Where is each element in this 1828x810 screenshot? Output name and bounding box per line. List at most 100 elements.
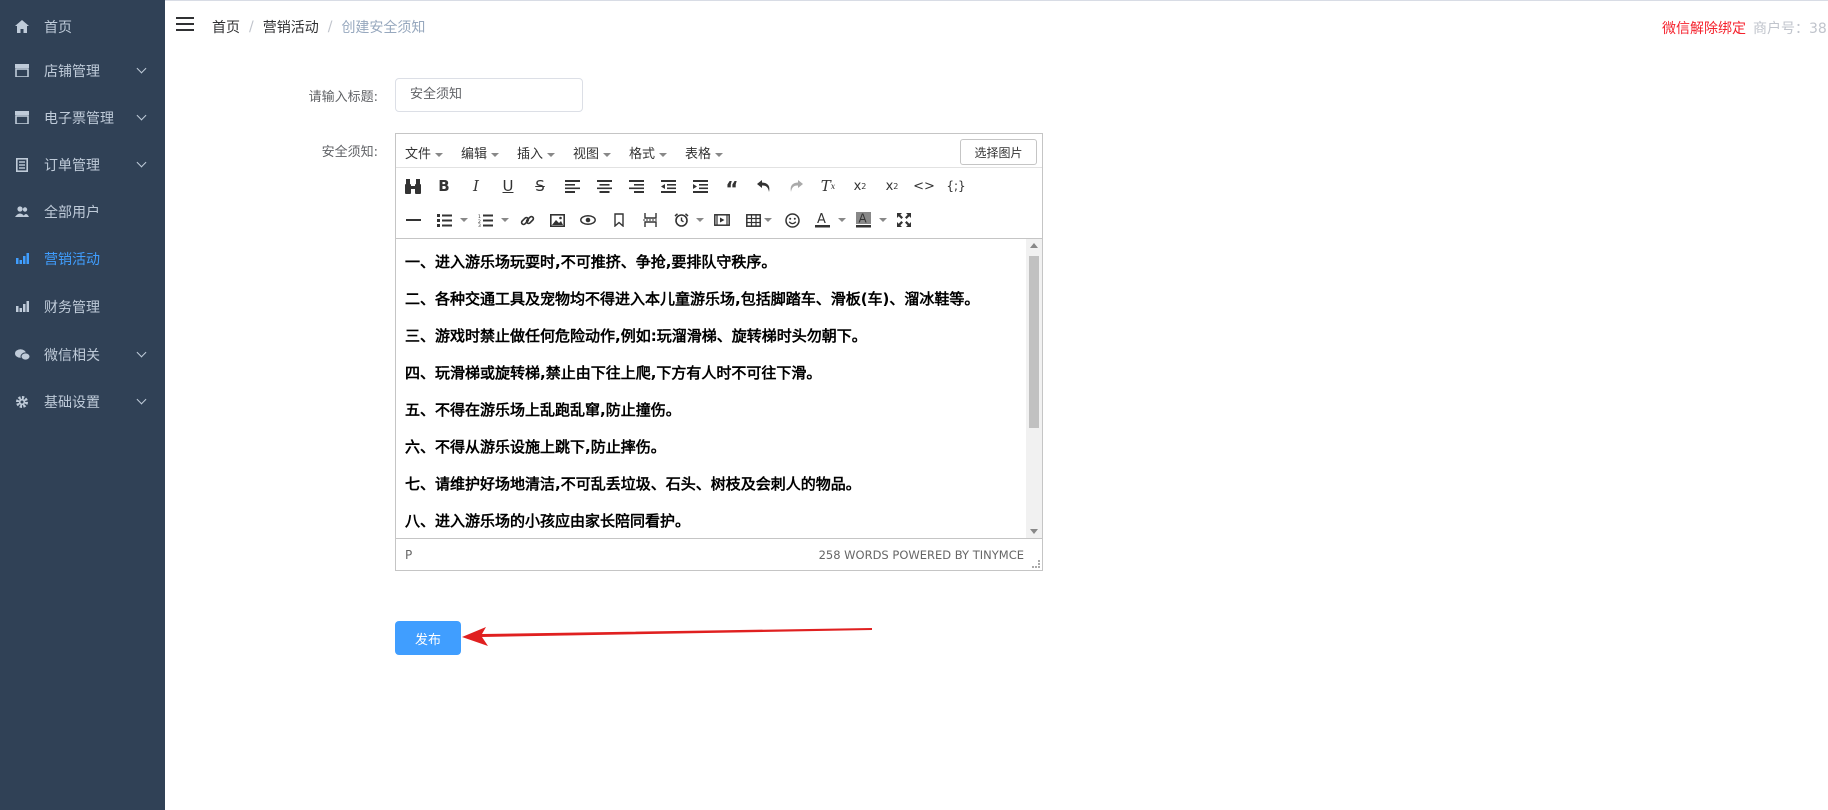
bullet-list-dropdown-icon[interactable] [460,218,468,222]
menu-table-label: 表格 [685,147,712,162]
clock-icon[interactable] [670,210,692,230]
order-icon [14,157,30,173]
text-color-icon[interactable]: A [811,210,833,230]
sidebar-item-label: 店铺管理 [44,63,100,80]
indent-icon[interactable] [689,176,711,196]
content-paragraph: 一、进入游乐场玩耍时,不可推挤、争抢,要排队守秩序。 [405,253,777,271]
italic-icon[interactable]: I [465,176,487,196]
align-left-icon[interactable] [561,176,583,196]
emoticons-icon[interactable] [781,210,803,230]
sidebar-item-settings[interactable]: 基础设置 [0,375,165,428]
sidebar-item-orders[interactable]: 订单管理 [0,138,165,191]
menu-format-label: 格式 [629,147,656,162]
content-paragraph: 三、游戏时禁止做任何危险动作,例如:玩溜滑梯、旋转梯时头勿朝下。 [405,327,867,345]
store-icon [14,63,30,79]
menu-format[interactable]: 格式 [629,143,668,162]
bullet-list-icon[interactable] [433,210,455,230]
element-path[interactable]: P [405,548,412,562]
sidebar-item-ticket[interactable]: 电子票管理 [0,91,165,144]
sidebar-item-store[interactable]: 店铺管理 [0,44,165,97]
resize-handle-icon[interactable] [1032,560,1040,568]
breadcrumb-current: 创建安全须知 [341,20,426,36]
sidebar-item-wechat[interactable]: 微信相关 [0,328,165,381]
top-navbar: 首页 / 营销活动 / 创建安全须知 微信解除绑定 商户号：381 [165,0,1828,50]
menu-table[interactable]: 表格 [685,143,724,162]
publish-button[interactable]: 发布 [395,621,461,655]
strikethrough-icon[interactable]: S [529,176,551,196]
superscript-icon[interactable]: x2 [881,176,903,196]
find-replace-icon[interactable] [402,176,424,196]
blockquote-icon[interactable]: “ [721,176,743,201]
title-input[interactable]: 安全须知 [395,78,583,112]
breadcrumb-home[interactable]: 首页 [212,17,240,37]
users-icon [14,204,30,220]
underline-icon[interactable]: U [497,176,519,196]
content-paragraph: 四、玩滑梯或旋转梯,禁止由下往上爬,下方有人时不可往下滑。 [405,364,822,382]
menu-insert[interactable]: 插入 [517,143,556,162]
svg-text:A: A [817,212,826,227]
scroll-up-arrow-icon[interactable] [1030,243,1038,248]
sidebar-item-label: 电子票管理 [44,110,114,127]
horizontal-rule-icon[interactable] [402,210,424,230]
content-paragraph: 七、请维护好场地清洁,不可乱丢垃圾、石头、树枝及会刺人的物品。 [405,475,861,493]
sidebar-item-label: 基础设置 [44,394,100,411]
align-center-icon[interactable] [593,176,615,196]
chevron-down-icon [136,347,147,358]
sidebar-item-marketing[interactable]: 营销活动 [0,232,165,285]
sidebar-item-label: 全部用户 [44,204,100,221]
code-icon[interactable]: <> [913,176,935,196]
image-icon[interactable] [546,210,568,230]
sidebar-item-users[interactable]: 全部用户 [0,185,165,238]
outdent-icon[interactable] [657,176,679,196]
hamburger-menu-icon[interactable] [176,17,194,31]
link-icon[interactable] [516,210,538,230]
clear-format-icon[interactable]: Tx [817,176,839,196]
fullscreen-icon[interactable] [893,210,915,230]
menu-file[interactable]: 文件 [405,143,444,162]
sidebar-item-finance[interactable]: 财务管理 [0,280,165,333]
code-sample-icon[interactable]: {;} [945,176,967,196]
editor-toolbar-row-2: 123 A A [396,203,1042,237]
scroll-down-arrow-icon[interactable] [1030,529,1038,534]
text-color-dropdown-icon[interactable] [838,218,846,222]
gear-icon [14,394,30,410]
undo-icon[interactable] [753,176,775,196]
sidebar: 首页 店铺管理 电子票管理 订单管理 全部用户 营销活动 财务管理 微信相关 基… [0,0,165,810]
sidebar-item-label: 订单管理 [44,157,100,174]
wechat-unbind-link[interactable]: 微信解除绑定 [1662,18,1746,38]
editor-content-area[interactable]: 一、进入游乐场玩耍时,不可推挤、争抢,要排队守秩序。 二、各种交通工具及宠物均不… [396,238,1026,538]
table-dropdown-icon[interactable] [764,218,772,222]
red-arrow-annotation [462,627,872,646]
chevron-down-icon [136,63,147,74]
pick-image-button[interactable]: 选择图片 [960,139,1037,165]
background-color-dropdown-icon[interactable] [879,218,887,222]
menu-insert-label: 插入 [517,147,544,162]
chart-icon [14,251,30,267]
preview-icon[interactable] [577,210,599,230]
menu-edit[interactable]: 编辑 [461,143,500,162]
menu-view[interactable]: 视图 [573,143,612,162]
breadcrumb-separator: / [327,19,333,35]
editor-statusbar: P 258 WORDS POWERED BY TINYMCE [396,538,1042,570]
content-label: 安全须知: [321,145,378,160]
datetime-dropdown-icon[interactable] [696,218,704,222]
page-break-icon[interactable] [639,210,661,230]
breadcrumb-marketing[interactable]: 营销活动 [263,17,319,37]
editor-toolbar-row-1: B I U S “ Tx x2 x2 <> {;} [396,169,1042,203]
content-paragraph: 二、各种交通工具及宠物均不得进入本儿童游乐场,包括脚踏车、滑板(车)、溜冰鞋等。 [405,290,980,308]
bold-icon[interactable]: B [433,176,455,196]
media-icon[interactable] [711,210,733,230]
scroll-thumb[interactable] [1029,256,1039,428]
editor-scrollbar[interactable] [1026,238,1042,538]
finance-icon [14,299,30,315]
menu-view-label: 视图 [573,147,600,162]
align-right-icon[interactable] [625,176,647,196]
wechat-icon [14,347,30,363]
table-icon[interactable] [742,210,764,230]
subscript-icon[interactable]: x2 [849,176,871,196]
redo-icon[interactable] [785,176,807,196]
numbered-list-dropdown-icon[interactable] [501,218,509,222]
background-color-icon[interactable]: A [852,210,874,230]
bookmark-icon[interactable] [608,210,630,230]
numbered-list-icon[interactable]: 123 [474,210,496,230]
